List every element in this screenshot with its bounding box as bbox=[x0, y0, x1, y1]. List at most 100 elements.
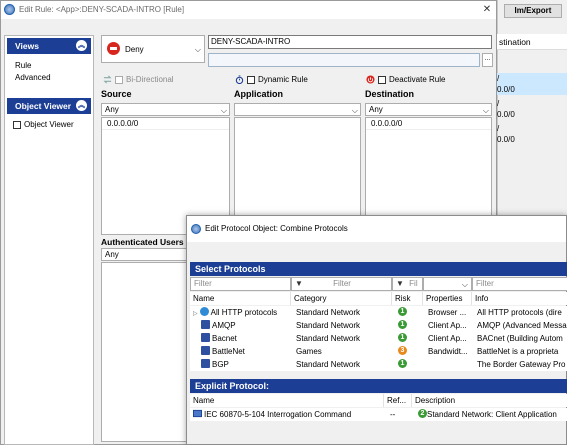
category-filter-label: Filter bbox=[333, 279, 351, 288]
protocol-properties-cell: Bandwidt... bbox=[428, 347, 468, 356]
destination-header: Destination bbox=[365, 89, 415, 99]
risk-filter-input[interactable]: ▼ Fil bbox=[392, 277, 423, 291]
column-header-name[interactable]: Name bbox=[190, 394, 384, 407]
protocol-name: All HTTP protocols bbox=[210, 308, 278, 317]
list-item[interactable]: 0.0.0.0/0 bbox=[102, 118, 229, 130]
close-icon[interactable]: ✕ bbox=[480, 3, 494, 17]
protocol-properties-cell: Client Ap... bbox=[428, 334, 467, 343]
object-viewer-checkbox[interactable]: Object Viewer bbox=[5, 119, 93, 131]
filter-row: Filter ▼ Filter ▼ Fil ⌵ Filter bbox=[190, 277, 567, 291]
protocol-grid-header: Name Category Risk Properties Info bbox=[190, 292, 567, 305]
background-row[interactable]: / bbox=[497, 98, 567, 109]
ellipsis-button[interactable]: ... bbox=[482, 53, 493, 67]
application-combo[interactable]: ⌵ bbox=[234, 103, 361, 116]
edit-protocol-dialog: Edit Protocol Object: Combine Protocols … bbox=[186, 215, 567, 445]
explicit-ref-cell: -- bbox=[390, 410, 396, 419]
dynamic-rule-label: Dynamic Rule bbox=[258, 75, 308, 84]
column-header-risk[interactable]: Risk bbox=[392, 292, 423, 305]
risk-filter-label: Fil bbox=[409, 279, 418, 288]
import-export-button[interactable]: Im/Export bbox=[504, 4, 562, 18]
protocol-properties-cell bbox=[425, 358, 472, 371]
views-header-label: Views bbox=[15, 41, 39, 51]
power-icon bbox=[366, 75, 375, 84]
explicit-description-text: Standard Network: Client Application bbox=[427, 410, 557, 419]
expand-icon[interactable]: ▷ bbox=[193, 311, 198, 317]
action-value: Deny bbox=[125, 45, 144, 54]
bidirectional-label: Bi-Directional bbox=[126, 75, 174, 84]
table-row[interactable]: IEC 60870-5-104 Interrogation Command --… bbox=[190, 408, 567, 421]
bidirectional-arrows-icon bbox=[103, 75, 112, 84]
protocol-category-cell: Standard Network bbox=[296, 321, 361, 330]
protocol-name-cell: AMQP bbox=[190, 319, 291, 332]
risk-badge: 3 bbox=[398, 346, 407, 356]
background-row[interactable]: / bbox=[497, 73, 567, 84]
explicit-description-cell: 2 Standard Network: Client Application bbox=[415, 408, 567, 421]
properties-filter-dropdown[interactable]: ⌵ bbox=[423, 277, 472, 291]
table-row[interactable]: Bacnet Standard Network 1 Client Ap... BACne… bbox=[190, 332, 567, 345]
left-navigation-pane: Views ︽ Rule Advanced Object Viewer ︽ Ob… bbox=[4, 35, 94, 445]
protocol-risk-cell: 1 bbox=[395, 306, 426, 319]
checkbox-icon[interactable] bbox=[247, 75, 255, 84]
table-row[interactable]: BGP Standard Network 1 The Border Gateway P… bbox=[190, 358, 567, 371]
background-row[interactable]: / bbox=[497, 123, 567, 134]
explicit-name-cell: IEC 60870-5-104 Interrogation Command bbox=[190, 408, 384, 421]
edit-rule-titlebar: Edit Rule: <App>:DENY-SCADA-INTRO [Rule]… bbox=[1, 1, 496, 19]
info-filter-input[interactable]: Filter bbox=[472, 277, 567, 291]
protocol-info-cell: The Border Gateway Pro bbox=[477, 360, 566, 369]
column-header-name[interactable]: Name bbox=[190, 292, 291, 305]
collapse-chevron-icon[interactable]: ︽ bbox=[76, 100, 87, 111]
background-row[interactable]: 0.0/0 bbox=[497, 84, 567, 95]
checkbox-icon[interactable] bbox=[378, 75, 386, 84]
table-row[interactable]: BattleNet Games 3 Bandwidt... BattleNet is a… bbox=[190, 345, 567, 358]
protocol-name-cell: BattleNet bbox=[190, 345, 291, 358]
protocol-name-cell: Bacnet bbox=[190, 332, 291, 345]
deny-icon bbox=[107, 42, 120, 55]
dynamic-rule-option[interactable]: Dynamic Rule bbox=[235, 74, 308, 86]
collapse-chevron-icon[interactable]: ︽ bbox=[76, 40, 87, 51]
action-dropdown[interactable]: Deny ⌵ bbox=[101, 35, 205, 63]
source-combo[interactable]: Any ⌵ bbox=[101, 103, 230, 116]
explicit-protocol-header: Explicit Protocol: bbox=[190, 379, 567, 393]
column-header-properties[interactable]: Properties bbox=[423, 292, 472, 305]
source-header: Source bbox=[101, 89, 132, 99]
checkbox-icon[interactable] bbox=[13, 120, 21, 129]
protocol-risk-cell: 1 bbox=[395, 319, 426, 332]
destination-combo-value: Any bbox=[369, 105, 383, 114]
rule-description-field[interactable] bbox=[208, 53, 480, 67]
protocol-properties-cell: Client Ap... bbox=[428, 321, 467, 330]
risk-badge: 2 bbox=[418, 409, 427, 419]
table-row[interactable]: ▷ All HTTP protocols Standard Network 1 Brow… bbox=[190, 306, 567, 319]
list-item[interactable]: 0.0.0.0/0 bbox=[366, 118, 491, 130]
protocol-icon bbox=[193, 410, 202, 418]
funnel-icon: ▼ bbox=[295, 279, 303, 288]
protocol-dialog-titlebar: Edit Protocol Object: Combine Protocols bbox=[187, 216, 566, 242]
category-filter-input[interactable]: ▼ Filter bbox=[291, 277, 392, 291]
destination-combo[interactable]: Any ⌵ bbox=[365, 103, 492, 116]
protocol-info-cell: BACnet (Building Autom bbox=[477, 334, 563, 343]
risk-badge: 1 bbox=[398, 359, 407, 369]
risk-badge: 1 bbox=[398, 333, 407, 343]
deactivate-rule-option[interactable]: Deactivate Rule bbox=[366, 74, 445, 86]
chevron-down-icon: ⌵ bbox=[482, 106, 489, 115]
protocol-risk-cell: 1 bbox=[395, 332, 426, 345]
protocol-category-cell: Standard Network bbox=[296, 334, 361, 343]
rule-name-field[interactable]: DENY-SCADA-INTRO bbox=[208, 35, 492, 49]
protocol-icon bbox=[201, 359, 210, 369]
background-row[interactable]: 0.0/0 bbox=[497, 134, 567, 145]
background-row[interactable]: 0.0/0 bbox=[497, 109, 567, 120]
select-protocols-header: Select Protocols bbox=[190, 262, 567, 276]
protocol-category-cell: Standard Network bbox=[296, 308, 361, 317]
protocol-name-cell: ▷ All HTTP protocols bbox=[190, 306, 291, 319]
views-item-advanced[interactable]: Advanced bbox=[5, 72, 93, 84]
views-section-header[interactable]: Views ︽ bbox=[7, 38, 91, 54]
views-item-rule[interactable]: Rule bbox=[5, 60, 93, 72]
object-viewer-section-header[interactable]: Object Viewer ︽ bbox=[7, 98, 91, 114]
chevron-down-icon: ⌵ bbox=[194, 45, 201, 54]
bidirectional-option: Bi-Directional bbox=[103, 74, 174, 86]
column-header-ref[interactable]: Ref... bbox=[384, 394, 412, 407]
column-header-info[interactable]: Info bbox=[472, 292, 567, 305]
name-filter-input[interactable]: Filter bbox=[190, 277, 291, 291]
table-row[interactable]: AMQP Standard Network 1 Client Ap... AMQP (A… bbox=[190, 319, 567, 332]
column-header-category[interactable]: Category bbox=[291, 292, 392, 305]
column-header-description[interactable]: Description bbox=[412, 394, 567, 407]
